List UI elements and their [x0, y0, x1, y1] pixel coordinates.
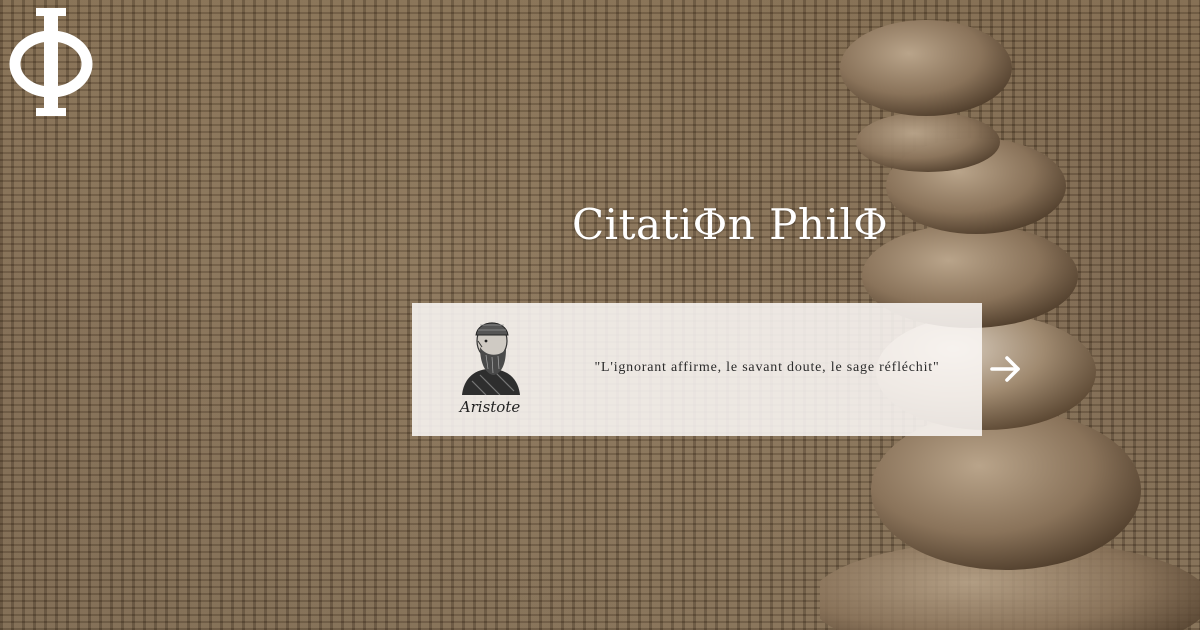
phi-logo-icon[interactable] [6, 6, 96, 118]
site-title: CitatiΦn PhilΦ [572, 200, 889, 249]
aristotle-portrait-icon [462, 322, 520, 395]
arrow-right-icon[interactable] [988, 351, 1024, 387]
author-name: Aristote [459, 398, 521, 416]
quote-text: "L'ignorant affirme, le savant doute, le… [594, 360, 940, 375]
quote-card: Aristote "L'ignorant affirme, le savant … [412, 303, 982, 436]
